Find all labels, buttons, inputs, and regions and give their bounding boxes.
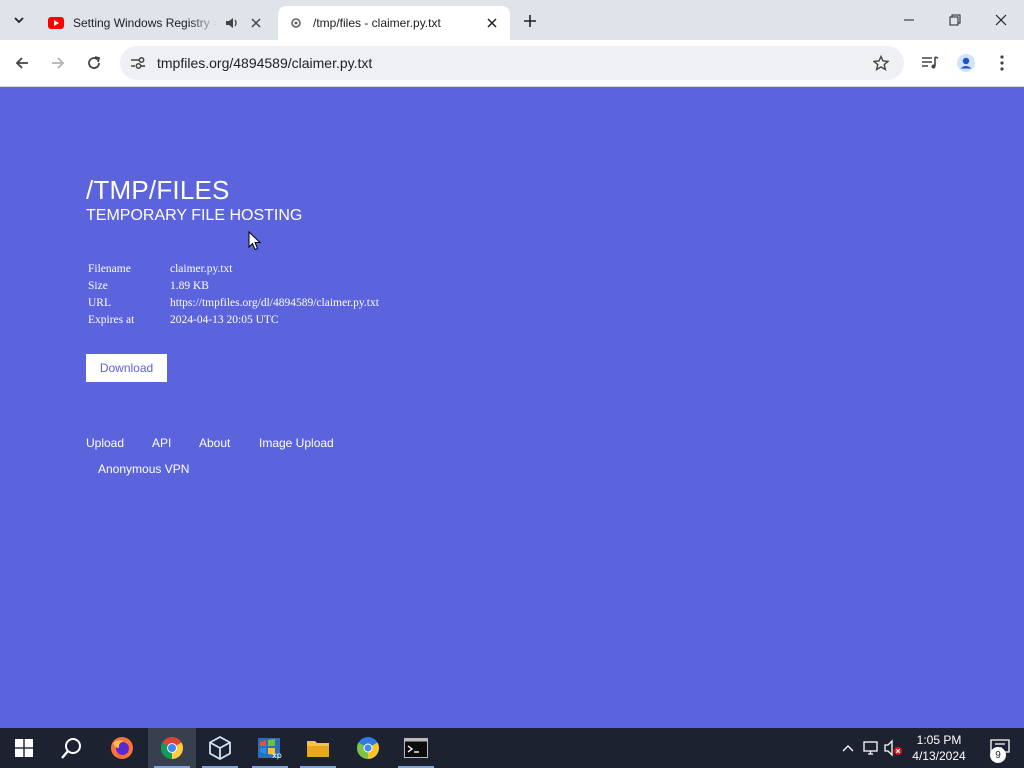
url-value[interactable]: https://tmpfiles.org/dl/4894589/claimer.…	[168, 294, 381, 311]
close-icon	[995, 14, 1007, 26]
new-tab-button[interactable]	[520, 11, 540, 31]
virtualbox-icon	[209, 736, 231, 760]
media-control-icon[interactable]	[920, 53, 940, 73]
restore-icon	[949, 14, 961, 26]
arrow-right-icon	[52, 57, 65, 69]
tab-youtube[interactable]: Setting Windows Registry =	[38, 6, 274, 40]
chrome-taskbar-item[interactable]	[148, 728, 196, 768]
tab-strip: Setting Windows Registry = /tmp/files - …	[0, 0, 1024, 40]
file-explorer-icon	[307, 741, 329, 757]
firefox-icon	[111, 737, 133, 759]
tab-tmpfiles[interactable]: /tmp/files - claimer.py.txt	[278, 6, 510, 40]
expires-label: Expires at	[88, 313, 135, 326]
upload-link[interactable]: Upload	[86, 436, 124, 450]
expires-value: 2024-04-13 20:05 UTC	[170, 313, 279, 326]
windows-xp-icon: xp	[258, 738, 282, 760]
svg-text:xp: xp	[272, 751, 282, 760]
chrome-icon	[161, 737, 183, 759]
chromium-taskbar-item[interactable]	[344, 728, 392, 768]
filename-label: Filename	[88, 262, 131, 275]
bookmark-star-icon[interactable]	[872, 54, 890, 72]
taskbar-clock[interactable]: 1:05 PM 4/13/2024	[906, 732, 972, 764]
virtualbox-taskbar-item[interactable]	[196, 728, 244, 768]
minimize-button[interactable]	[886, 0, 932, 40]
image-upload-link[interactable]: Image Upload	[259, 436, 334, 450]
anonymous-vpn-link[interactable]: Anonymous VPN	[98, 462, 189, 476]
size-label: Size	[88, 279, 108, 292]
filename-value: claimer.py.txt	[170, 262, 233, 275]
close-window-button[interactable]	[978, 0, 1024, 40]
network-icon[interactable]	[861, 738, 881, 758]
firefox-taskbar-item[interactable]	[98, 728, 146, 768]
table-row: Filename claimer.py.txt	[86, 260, 381, 277]
globe-icon	[288, 15, 304, 31]
mouse-cursor-icon	[248, 231, 262, 251]
windows-xp-taskbar-item[interactable]: xp	[246, 728, 294, 768]
table-row: Size 1.89 KB	[86, 277, 381, 294]
table-row: Expires at 2024-04-13 20:05 UTC	[86, 311, 381, 328]
notification-count-badge: 9	[990, 747, 1006, 763]
browser-toolbar: tmpfiles.org/4894589/claimer.py.txt	[0, 40, 1024, 87]
menu-kebab-icon[interactable]	[992, 53, 1012, 73]
youtube-icon	[48, 15, 64, 31]
site-info-icon[interactable]	[128, 54, 148, 72]
tab-title: /tmp/files - claimer.py.txt	[313, 16, 441, 30]
profile-avatar-icon[interactable]	[956, 53, 976, 73]
search-icon	[61, 738, 81, 759]
tab-search-button[interactable]	[6, 8, 32, 32]
forward-button[interactable]	[46, 51, 70, 75]
terminal-taskbar-item[interactable]	[392, 728, 440, 768]
api-link[interactable]: API	[152, 436, 171, 450]
address-bar[interactable]: tmpfiles.org/4894589/claimer.py.txt	[120, 46, 904, 80]
site-subtitle: TEMPORARY FILE HOSTING	[86, 207, 303, 224]
about-link[interactable]: About	[199, 436, 230, 450]
arrow-left-icon	[15, 57, 28, 69]
url-label: URL	[88, 296, 111, 309]
download-button[interactable]: Download	[86, 354, 167, 382]
restore-button[interactable]	[932, 0, 978, 40]
minimize-icon	[904, 19, 914, 21]
taskbar-search-button[interactable]	[48, 728, 96, 768]
clock-date: 4/13/2024	[912, 749, 966, 763]
url-text[interactable]: tmpfiles.org/4894589/claimer.py.txt	[157, 55, 372, 71]
page-content: /TMP/FILES TEMPORARY FILE HOSTING Filena…	[0, 87, 1024, 728]
tab-title: Setting Windows Registry =	[73, 16, 218, 30]
close-tab-icon[interactable]	[248, 15, 264, 31]
windows-start-icon	[15, 739, 33, 757]
clock-time: 1:05 PM	[916, 733, 962, 747]
table-row: URL https://tmpfiles.org/dl/4894589/clai…	[86, 294, 381, 311]
start-button[interactable]	[0, 728, 48, 768]
reload-button[interactable]	[82, 51, 106, 75]
reload-icon	[88, 56, 101, 69]
windows-taskbar: xp 1:05 PM 4/13/2024 9	[0, 728, 1024, 768]
file-explorer-taskbar-item[interactable]	[294, 728, 342, 768]
chromium-icon	[357, 737, 379, 759]
volume-muted-icon[interactable]	[884, 738, 904, 758]
speaker-icon[interactable]	[224, 15, 240, 31]
file-info-table: Filename claimer.py.txt Size 1.89 KB URL…	[86, 260, 381, 328]
size-value: 1.89 KB	[170, 279, 209, 292]
close-tab-icon[interactable]	[484, 15, 500, 31]
site-title: /TMP/FILES	[86, 175, 230, 205]
chevron-down-icon	[14, 17, 24, 24]
terminal-icon	[404, 738, 428, 758]
chevron-up-icon[interactable]	[838, 738, 858, 758]
back-button[interactable]	[10, 51, 34, 75]
plus-icon	[524, 15, 536, 27]
